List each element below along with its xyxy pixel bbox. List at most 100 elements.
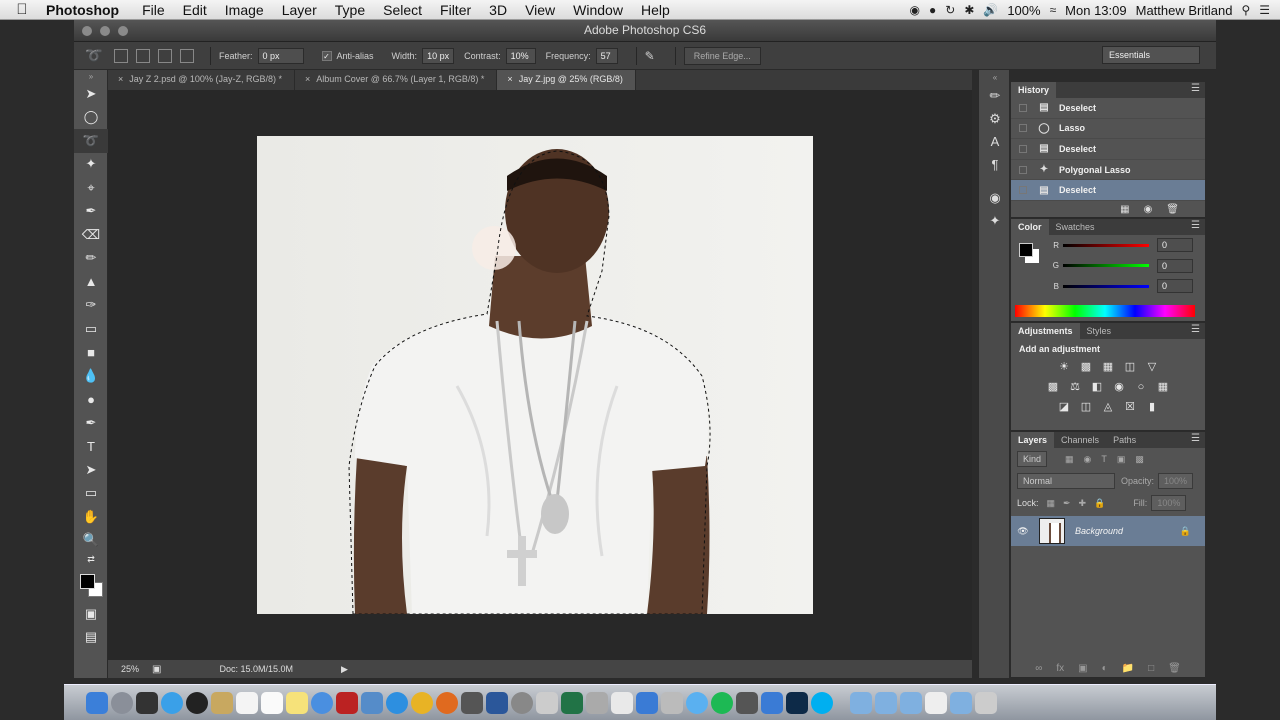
time-machine-icon[interactable]: ↻ xyxy=(945,3,955,17)
posterize-icon[interactable]: ◫ xyxy=(1078,400,1094,414)
chrome-icon[interactable] xyxy=(411,691,433,714)
color-fg-swatch[interactable] xyxy=(1019,243,1033,257)
new-document-from-state-icon[interactable]: ▦ xyxy=(1120,204,1129,215)
menu-view[interactable]: View xyxy=(516,2,564,18)
layer-name[interactable]: Background xyxy=(1075,526,1123,536)
tab-history[interactable]: History xyxy=(1011,82,1057,98)
collapse-tools-icon[interactable]: » xyxy=(74,70,108,82)
spotify-icon[interactable] xyxy=(711,691,733,714)
trash-icon[interactable]: 🗑 xyxy=(1166,204,1179,215)
foreground-color-swatch[interactable] xyxy=(80,574,95,589)
invert-icon[interactable]: ◪ xyxy=(1056,400,1072,414)
threshold-icon[interactable]: ◬ xyxy=(1100,400,1116,414)
refine-edge-button[interactable]: Refine Edge... xyxy=(683,46,761,65)
frequency-input[interactable]: 57 xyxy=(595,47,618,64)
finder-icon[interactable] xyxy=(86,691,108,714)
workspace-select[interactable]: Essentials xyxy=(1102,46,1200,64)
screen-record-icon[interactable]: ◉ xyxy=(910,3,920,17)
color-balance-icon[interactable]: ⚖ xyxy=(1067,380,1083,394)
brush-presets-icon[interactable]: ✏ xyxy=(979,84,1011,107)
magic-wand-tool-icon[interactable]: ✦ xyxy=(74,153,108,177)
fill-input[interactable]: 100% xyxy=(1151,495,1187,511)
curves-icon[interactable]: ▦ xyxy=(1100,360,1116,374)
skype-icon[interactable] xyxy=(811,691,833,714)
bluetooth-icon[interactable]: ✱ xyxy=(964,3,974,17)
panel-menu-icon[interactable]: ☰ xyxy=(1191,220,1200,231)
clone-source-icon[interactable]: ◉ xyxy=(979,186,1011,209)
menu-window[interactable]: Window xyxy=(564,2,632,18)
folder-icon[interactable] xyxy=(900,691,922,714)
history-brush-source-checkbox[interactable] xyxy=(1019,186,1027,195)
green-value[interactable]: 0 xyxy=(1157,258,1193,273)
menu-layer[interactable]: Layer xyxy=(273,2,326,18)
user-name[interactable]: Matthew Britland xyxy=(1136,3,1233,18)
history-brush-source-checkbox[interactable] xyxy=(1019,144,1027,153)
dvd-player-icon[interactable] xyxy=(186,691,208,714)
word-icon[interactable] xyxy=(486,691,508,714)
tab-color[interactable]: Color xyxy=(1011,219,1049,235)
add-to-selection-icon[interactable] xyxy=(136,48,150,63)
close-tab-icon[interactable]: × xyxy=(305,74,310,84)
close-tab-icon[interactable]: × xyxy=(118,74,123,84)
close-tab-icon[interactable]: × xyxy=(507,74,512,84)
tab-jay-z-2[interactable]: × Jay Z 2.psd @ 100% (Jay-Z, RGB/8) * xyxy=(108,70,295,90)
spotlight-icon[interactable]: ⚲ xyxy=(1241,3,1250,17)
photo-filter-icon[interactable]: ◉ xyxy=(1111,380,1127,394)
move-tool-icon[interactable]: ➤ xyxy=(74,82,108,106)
hue-saturation-icon[interactable]: ▩ xyxy=(1045,380,1061,394)
layer-row-background[interactable]: 👁 Background 🔒 xyxy=(1011,516,1205,546)
new-layer-icon[interactable]: □ xyxy=(1148,663,1154,674)
filter-icons[interactable]: ▦◉T▣▩ xyxy=(1065,454,1154,465)
eyedropper-tool-icon[interactable]: ✒ xyxy=(74,200,108,224)
rectangle-tool-icon[interactable]: ▭ xyxy=(74,482,108,506)
selective-color-icon[interactable]: ☒ xyxy=(1122,400,1138,414)
notification-center-icon[interactable]: ☰ xyxy=(1259,3,1270,17)
calendar-icon[interactable] xyxy=(236,691,258,714)
brightness-contrast-icon[interactable]: ☀ xyxy=(1056,360,1072,374)
menu-image[interactable]: Image xyxy=(216,2,273,18)
red-value[interactable]: 0 xyxy=(1157,238,1193,253)
tab-channels[interactable]: Channels xyxy=(1054,432,1106,448)
trash-icon[interactable] xyxy=(975,691,997,714)
tab-jay-z-jpg[interactable]: × Jay Z.jpg @ 25% (RGB/8) xyxy=(497,70,636,90)
crop-tool-icon[interactable]: ⌖ xyxy=(74,176,108,200)
menu-help[interactable]: Help xyxy=(632,2,679,18)
adjustment-layer-icon[interactable]: ◐ xyxy=(1102,663,1108,674)
document-icon[interactable] xyxy=(925,691,947,714)
new-selection-icon[interactable] xyxy=(114,48,128,63)
menu-filter[interactable]: Filter xyxy=(431,2,480,18)
folder-icon[interactable] xyxy=(850,691,872,714)
history-row[interactable]: ✦ Polygonal Lasso xyxy=(1011,160,1205,181)
new-group-icon[interactable]: 📁 xyxy=(1122,663,1134,674)
pen-pressure-icon[interactable]: ✎ xyxy=(645,49,655,63)
messages-icon[interactable] xyxy=(686,691,708,714)
width-input[interactable]: 10 px xyxy=(422,47,455,64)
link-layers-icon[interactable]: ∞ xyxy=(1035,663,1042,674)
blur-tool-icon[interactable]: 💧 xyxy=(74,364,108,388)
contrast-input[interactable]: 10% xyxy=(505,47,536,64)
notes-icon[interactable] xyxy=(286,691,308,714)
levels-icon[interactable]: ▩ xyxy=(1078,360,1094,374)
tab-swatches[interactable]: Swatches xyxy=(1049,219,1102,235)
tab-styles[interactable]: Styles xyxy=(1080,323,1119,339)
photo-booth-icon[interactable] xyxy=(336,691,358,714)
folder-icon[interactable] xyxy=(875,691,897,714)
itunes-icon[interactable] xyxy=(311,691,333,714)
apple-icon[interactable]:  xyxy=(0,1,44,18)
battery-percent[interactable]: 100% xyxy=(1007,3,1040,18)
utility-icon[interactable] xyxy=(536,691,558,714)
history-brush-source-checkbox[interactable] xyxy=(1019,124,1027,133)
tab-paths[interactable]: Paths xyxy=(1106,432,1143,448)
status-icon[interactable]: ▣ xyxy=(152,664,161,675)
zoom-level[interactable]: 25% xyxy=(108,664,152,674)
tool-presets-icon[interactable]: ⚙ xyxy=(979,107,1011,130)
utility-icon[interactable] xyxy=(661,691,683,714)
utility-icon[interactable] xyxy=(586,691,608,714)
character-panel-icon[interactable]: A xyxy=(979,130,1011,153)
add-mask-icon[interactable]: ▣ xyxy=(1078,663,1087,674)
mission-control-icon[interactable] xyxy=(136,691,158,714)
paragraph-panel-icon[interactable]: ¶ xyxy=(979,153,1011,176)
pen-tool-icon[interactable]: ✒ xyxy=(74,411,108,435)
menu-edit[interactable]: Edit xyxy=(174,2,216,18)
channel-mixer-icon[interactable]: ○ xyxy=(1133,380,1149,394)
